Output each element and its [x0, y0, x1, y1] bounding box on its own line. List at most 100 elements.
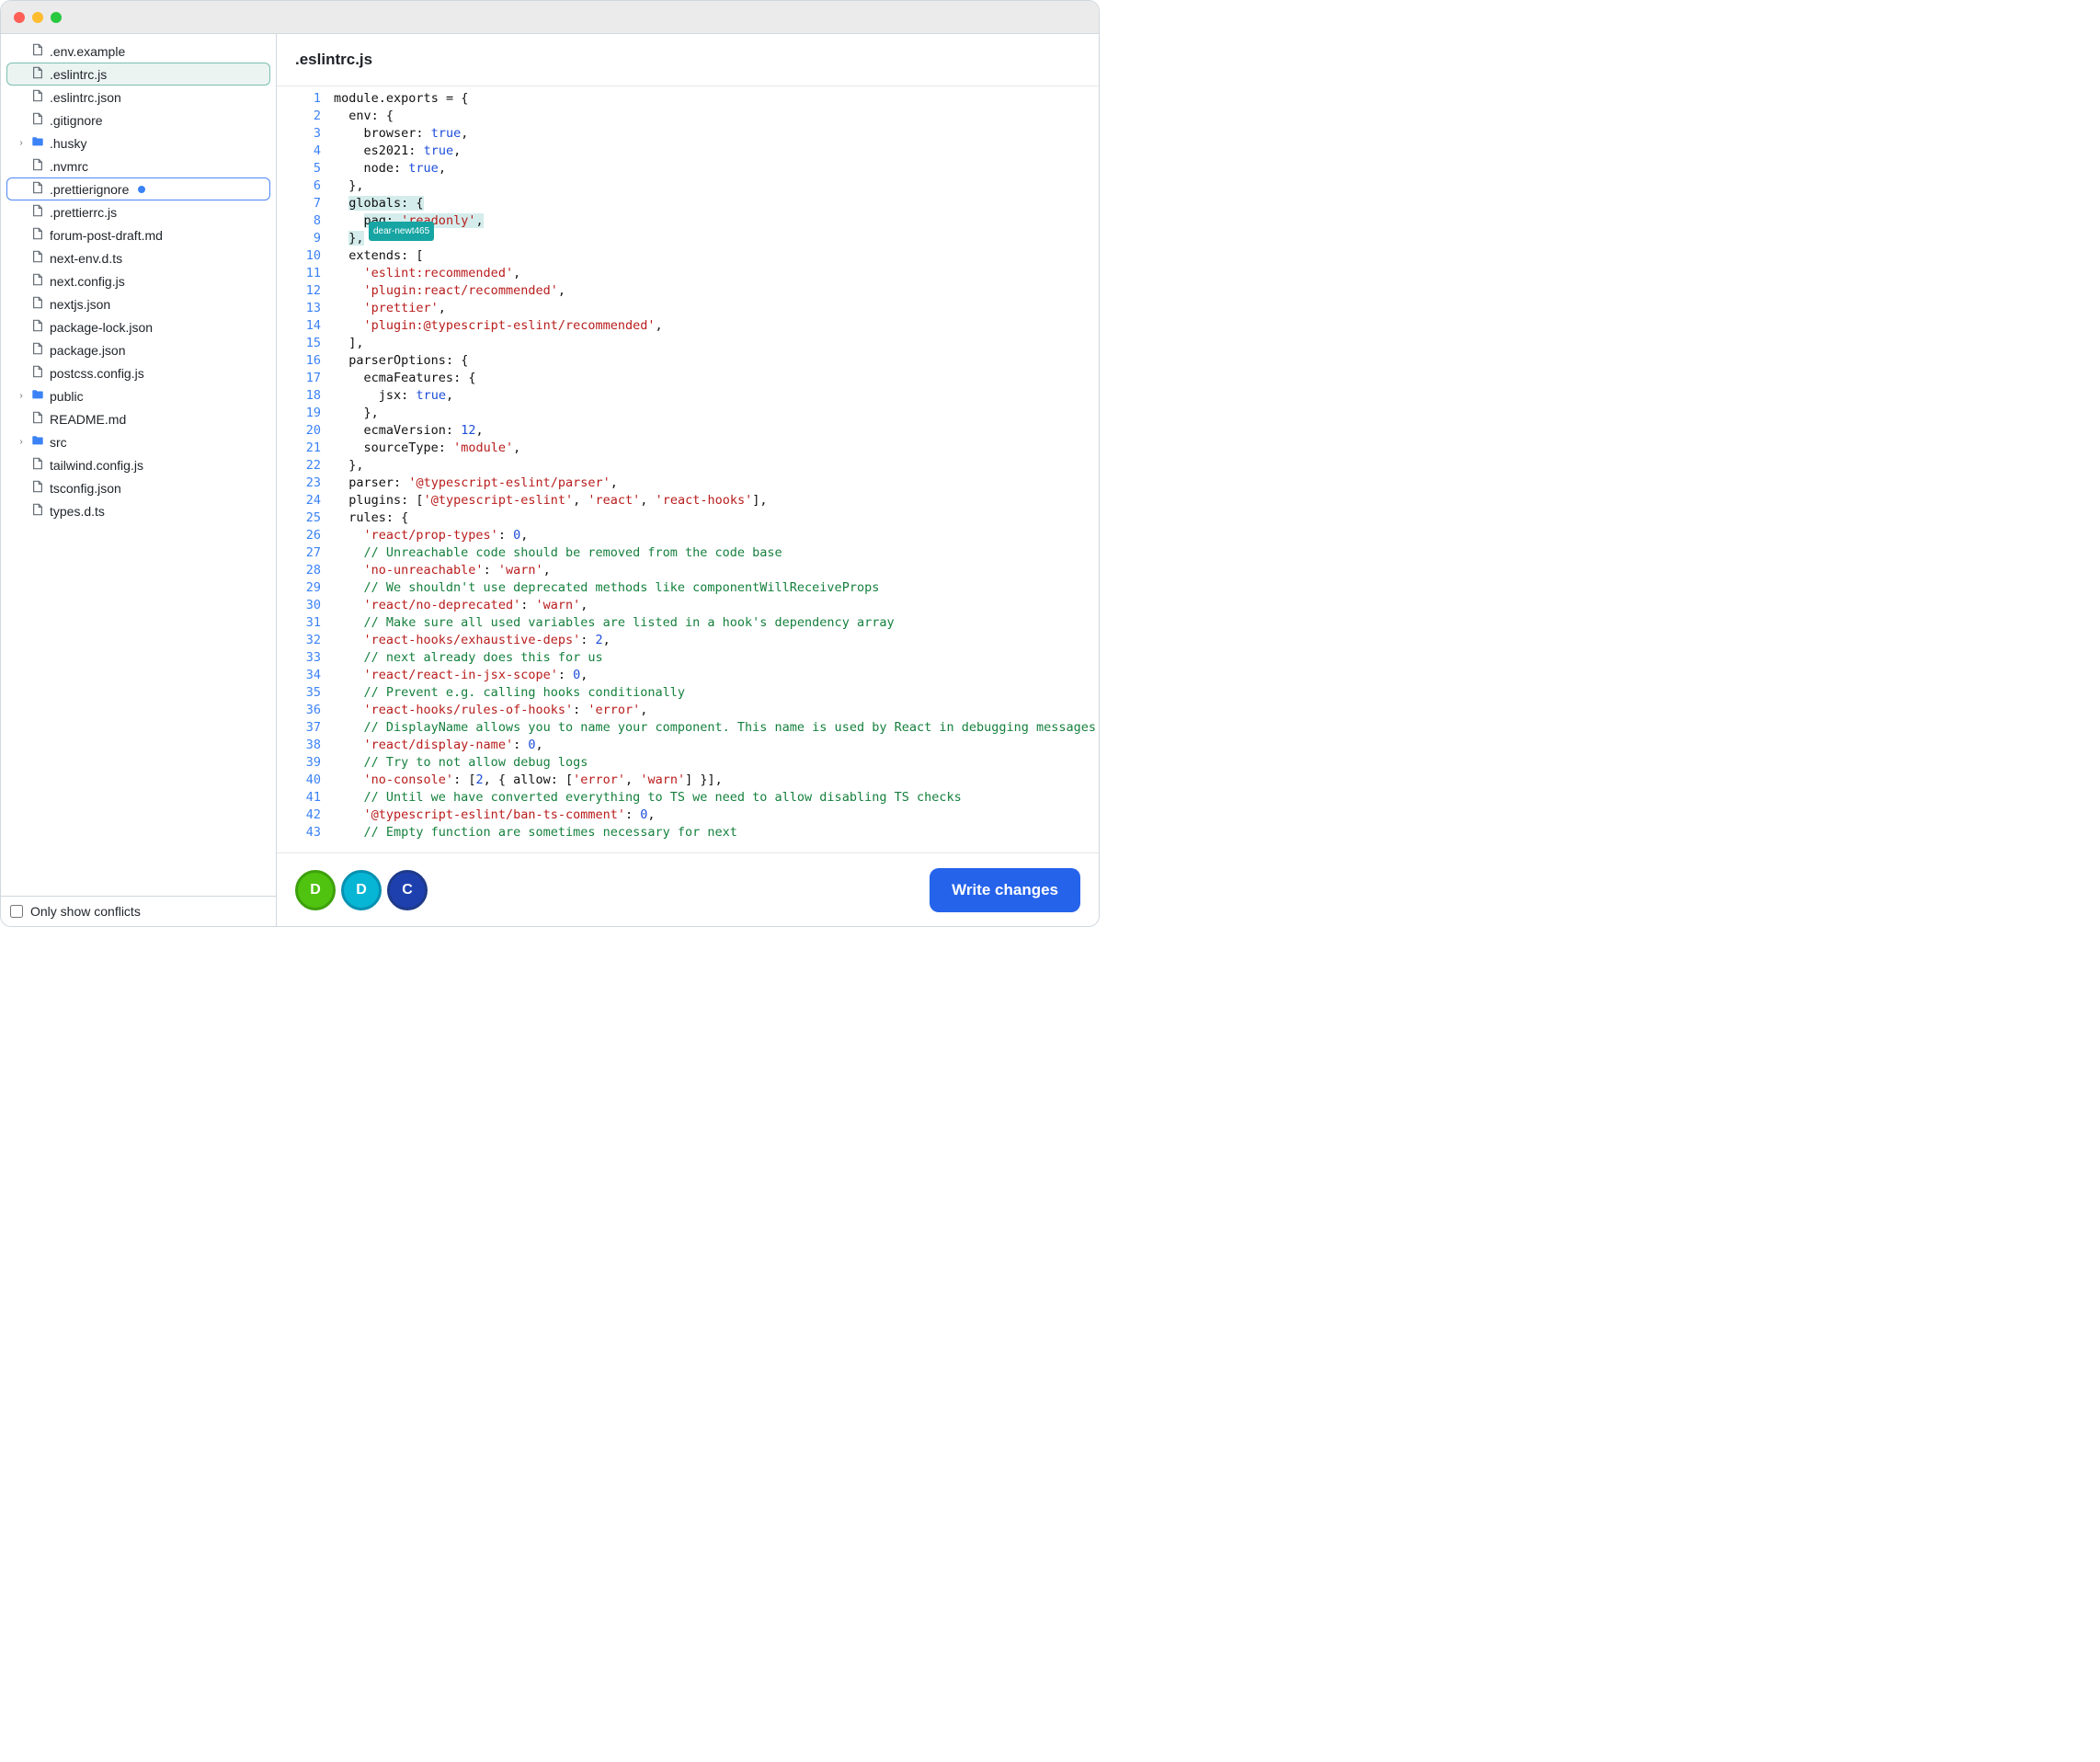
collaborator-avatar[interactable]: C	[387, 870, 428, 910]
modified-indicator-icon	[138, 186, 145, 193]
file-row-package-json[interactable]: package.json	[6, 338, 270, 361]
code-line[interactable]: 'react-hooks/exhaustive-deps': 2,	[330, 632, 1099, 649]
line-number: 21	[277, 440, 321, 457]
file-icon	[31, 342, 44, 358]
file-row--nvmrc[interactable]: .nvmrc	[6, 154, 270, 177]
file-name-label: src	[50, 435, 67, 450]
code-line[interactable]: // Make sure all used variables are list…	[330, 614, 1099, 632]
file-icon	[31, 66, 44, 82]
minimize-window-button[interactable]	[32, 12, 43, 23]
code-line[interactable]: // Unreachable code should be removed fr…	[330, 544, 1099, 562]
file-name-label: next-env.d.ts	[50, 251, 122, 266]
file-icon	[31, 480, 44, 496]
code-line[interactable]: ecmaVersion: 12,	[330, 422, 1099, 440]
file-row--prettierignore[interactable]: .prettierignore	[6, 177, 270, 200]
code-line[interactable]: module.exports = {	[330, 90, 1099, 108]
code-line[interactable]: plugins: ['@typescript-eslint', 'react',…	[330, 492, 1099, 509]
code-line[interactable]: 'react-hooks/rules-of-hooks': 'error',	[330, 702, 1099, 719]
file-row-next-env-d-ts[interactable]: next-env.d.ts	[6, 246, 270, 269]
code-line[interactable]: node: true,	[330, 160, 1099, 177]
write-changes-button[interactable]: Write changes	[930, 868, 1080, 912]
file-row--env-example[interactable]: .env.example	[6, 40, 270, 63]
line-number: 40	[277, 772, 321, 789]
only-conflicts-checkbox[interactable]	[10, 905, 23, 918]
file-row--gitignore[interactable]: .gitignore	[6, 109, 270, 132]
folder-row-public[interactable]: ›public	[6, 384, 270, 407]
chevron-right-icon[interactable]: ›	[17, 437, 26, 447]
code-line[interactable]: ecmaFeatures: {	[330, 370, 1099, 387]
code-line[interactable]: extends: [	[330, 247, 1099, 265]
file-row-package-lock-json[interactable]: package-lock.json	[6, 315, 270, 338]
code-line[interactable]: },	[330, 405, 1099, 422]
file-row-readme-md[interactable]: README.md	[6, 407, 270, 430]
file-row--eslintrc-json[interactable]: .eslintrc.json	[6, 86, 270, 109]
line-number: 30	[277, 597, 321, 614]
chevron-right-icon[interactable]: ›	[17, 391, 26, 401]
code-line[interactable]: parserOptions: {	[330, 352, 1099, 370]
line-number: 26	[277, 527, 321, 544]
code-line[interactable]: parser: '@typescript-eslint/parser',	[330, 475, 1099, 492]
code-line[interactable]: globals: {	[330, 195, 1099, 212]
code-content[interactable]: module.exports = { env: { browser: true,…	[330, 86, 1099, 852]
code-line[interactable]: '@typescript-eslint/ban-ts-comment': 0,	[330, 807, 1099, 824]
code-line[interactable]: // Try to not allow debug logs	[330, 754, 1099, 772]
close-window-button[interactable]	[14, 12, 25, 23]
folder-row--husky[interactable]: ›.husky	[6, 132, 270, 154]
code-line[interactable]: // We shouldn't use deprecated methods l…	[330, 579, 1099, 597]
code-line[interactable]: // next already does this for us	[330, 649, 1099, 667]
line-number: 34	[277, 667, 321, 684]
code-line[interactable]: // Empty function are sometimes necessar…	[330, 824, 1099, 841]
file-icon	[31, 319, 44, 335]
code-line[interactable]: 'react/display-name': 0,	[330, 737, 1099, 754]
code-line[interactable]: },	[330, 457, 1099, 475]
code-line[interactable]: 'prettier',	[330, 300, 1099, 317]
chevron-right-icon[interactable]: ›	[17, 138, 26, 148]
code-line[interactable]: ],	[330, 335, 1099, 352]
code-line[interactable]: // Until we have converted everything to…	[330, 789, 1099, 807]
file-row--eslintrc-js[interactable]: .eslintrc.js	[6, 63, 270, 86]
code-editor[interactable]: 1234567891011121314151617181920212223242…	[277, 86, 1099, 852]
file-row-next-config-js[interactable]: next.config.js	[6, 269, 270, 292]
code-line[interactable]: },	[330, 177, 1099, 195]
code-line[interactable]: browser: true,	[330, 125, 1099, 143]
file-name-label: .prettierignore	[50, 182, 129, 197]
collaborator-avatar[interactable]: D	[341, 870, 382, 910]
code-line[interactable]: jsx: true,	[330, 387, 1099, 405]
file-row-tailwind-config-js[interactable]: tailwind.config.js	[6, 453, 270, 476]
collaborator-avatar[interactable]: D	[295, 870, 336, 910]
code-line[interactable]: es2021: true,	[330, 143, 1099, 160]
file-icon	[31, 273, 44, 289]
code-line[interactable]: 'react/react-in-jsx-scope': 0,	[330, 667, 1099, 684]
code-line[interactable]: rules: {	[330, 509, 1099, 527]
code-line[interactable]: 'react/prop-types': 0,	[330, 527, 1099, 544]
file-row--prettierrc-js[interactable]: .prettierrc.js	[6, 200, 270, 223]
code-line[interactable]: 'plugin:react/recommended',	[330, 282, 1099, 300]
line-number: 17	[277, 370, 321, 387]
line-number: 43	[277, 824, 321, 841]
code-line[interactable]: },	[330, 230, 1099, 247]
line-number: 42	[277, 807, 321, 824]
code-line[interactable]: 'plugin:@typescript-eslint/recommended',	[330, 317, 1099, 335]
code-line[interactable]: 'no-unreachable': 'warn',	[330, 562, 1099, 579]
code-line[interactable]: sourceType: 'module',	[330, 440, 1099, 457]
file-row-forum-post-draft-md[interactable]: forum-post-draft.md	[6, 223, 270, 246]
code-line[interactable]: paq: 'readonly',dear-newt465	[330, 212, 1099, 230]
code-line[interactable]: // Prevent e.g. calling hooks conditiona…	[330, 684, 1099, 702]
line-number: 22	[277, 457, 321, 475]
file-row-types-d-ts[interactable]: types.d.ts	[6, 499, 270, 522]
code-line[interactable]: 'react/no-deprecated': 'warn',	[330, 597, 1099, 614]
titlebar	[1, 1, 1099, 34]
file-row-postcss-config-js[interactable]: postcss.config.js	[6, 361, 270, 384]
folder-row-src[interactable]: › src	[6, 430, 270, 453]
code-line[interactable]: 'eslint:recommended',	[330, 265, 1099, 282]
file-tree[interactable]: .env.example.eslintrc.js.eslintrc.json.g…	[1, 34, 276, 896]
line-number: 23	[277, 475, 321, 492]
file-row-tsconfig-json[interactable]: tsconfig.json	[6, 476, 270, 499]
file-row-nextjs-json[interactable]: nextjs.json	[6, 292, 270, 315]
maximize-window-button[interactable]	[51, 12, 62, 23]
code-line[interactable]: env: {	[330, 108, 1099, 125]
code-line[interactable]: // DisplayName allows you to name your c…	[330, 719, 1099, 737]
code-line[interactable]: 'no-console': [2, { allow: ['error', 'wa…	[330, 772, 1099, 789]
line-number: 31	[277, 614, 321, 632]
file-icon	[31, 457, 44, 473]
